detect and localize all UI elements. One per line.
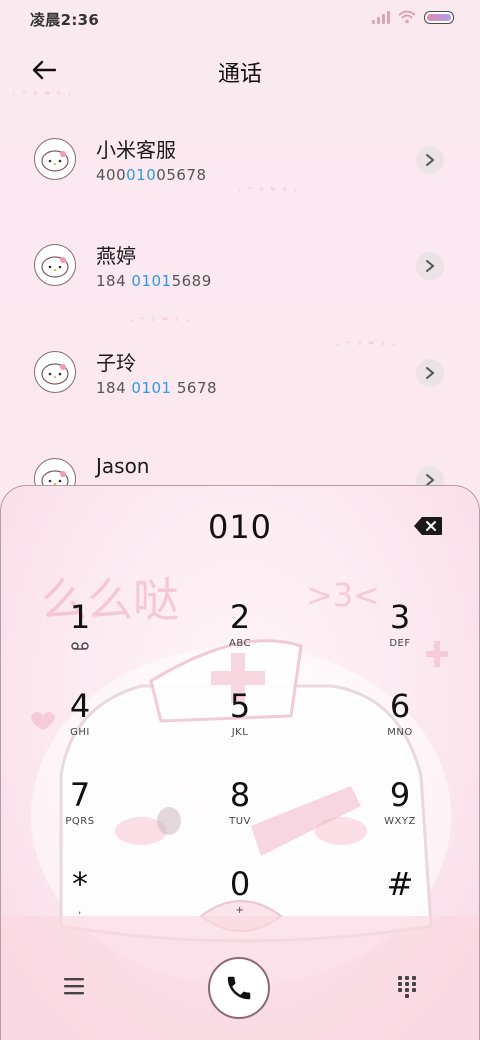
chevron-right-icon <box>426 154 435 166</box>
contact-row[interactable]: 子玲 184 0101 5678 <box>0 333 480 423</box>
chevron-right-icon <box>426 260 435 272</box>
contact-number: 184 01015689 <box>96 272 212 290</box>
key-1[interactable]: 1 <box>20 598 140 678</box>
contact-name: Jason <box>96 454 150 478</box>
battery-icon <box>424 10 454 24</box>
avatar <box>34 244 76 286</box>
wifi-icon <box>398 10 416 24</box>
backspace-button[interactable] <box>413 516 443 536</box>
chevron-right-icon <box>426 367 435 379</box>
key-4[interactable]: 4 GHI <box>20 687 140 767</box>
decoration: · ᵔ ˢ ʷ ˢ · <box>130 316 191 327</box>
call-button[interactable] <box>208 957 270 1019</box>
contact-number: 40001005678 <box>96 166 207 184</box>
voicemail-icon <box>71 642 89 650</box>
key-0[interactable]: 0 + <box>180 865 300 945</box>
signal-icon <box>372 10 390 24</box>
key-hash[interactable]: # <box>340 865 460 945</box>
avatar <box>34 138 76 180</box>
menu-icon[interactable] <box>62 975 86 997</box>
dialpad-grid-icon[interactable] <box>396 975 418 999</box>
key-2[interactable]: 2 ABC <box>180 598 300 678</box>
key-9[interactable]: 9 WXYZ <box>340 776 460 856</box>
contact-name: 小米客服 <box>96 138 176 162</box>
avatar <box>34 351 76 393</box>
key-3[interactable]: 3 DEF <box>340 598 460 678</box>
status-time: 凌晨2:36 <box>30 11 100 29</box>
status-bar: 凌晨2:36 <box>0 0 480 40</box>
key-star[interactable]: * , <box>20 865 140 945</box>
key-7[interactable]: 7 PQRS <box>20 776 140 856</box>
contact-row[interactable]: 小米客服 40001005678 <box>0 120 480 210</box>
contact-detail-button[interactable] <box>416 252 444 280</box>
contact-name: 燕婷 <box>96 244 136 268</box>
key-5[interactable]: 5 JKL <box>180 687 300 767</box>
contact-row[interactable]: 燕婷 184 01015689 <box>0 226 480 316</box>
dialed-number: 010 <box>207 508 273 546</box>
bottom-bar <box>0 945 480 1040</box>
contact-name: 子玲 <box>96 351 136 375</box>
contact-number: 184 0101 5678 <box>96 379 218 397</box>
phone-icon <box>227 976 251 1000</box>
status-icons <box>372 10 454 24</box>
header: 通话 <box>0 48 480 92</box>
contact-detail-button[interactable] <box>416 146 444 174</box>
key-6[interactable]: 6 MNO <box>340 687 460 767</box>
contact-detail-button[interactable] <box>416 359 444 387</box>
page-title: 通话 <box>217 62 262 87</box>
key-8[interactable]: 8 TUV <box>180 776 300 856</box>
decoration: · ᵔ ˢ ʷ ˢ · <box>12 90 73 101</box>
